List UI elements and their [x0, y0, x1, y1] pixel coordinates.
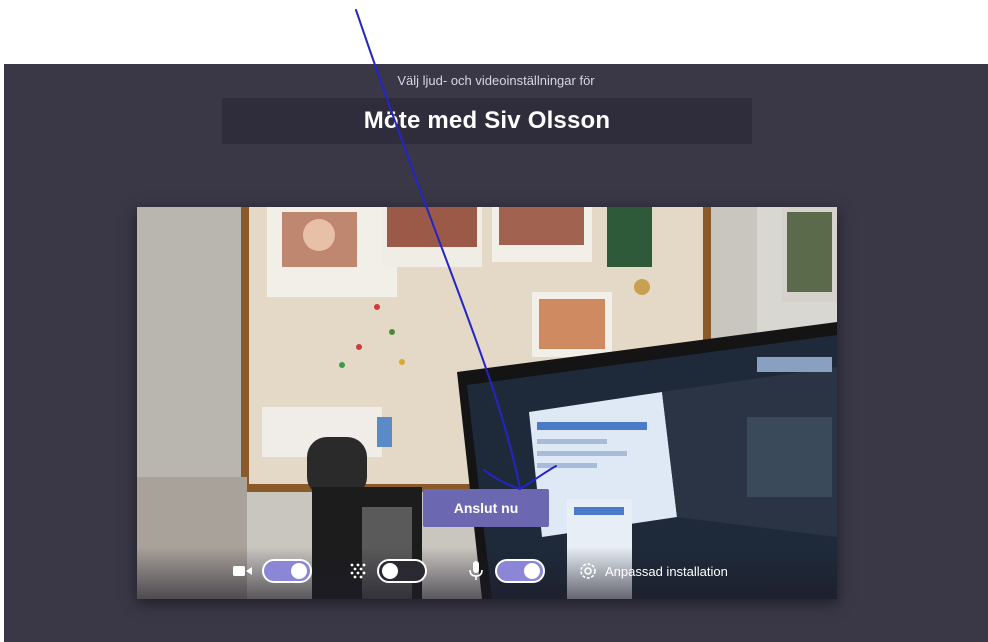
- meeting-title: Möte med Siv Olsson: [363, 107, 611, 134]
- toggle-knob: [291, 563, 307, 579]
- prejoin-screen: Välj ljud- och videoinställningar för Mö…: [4, 64, 988, 642]
- microphone-icon: [465, 560, 487, 582]
- toggle-knob: [382, 563, 398, 579]
- join-now-button[interactable]: Anslut nu: [423, 489, 549, 527]
- camera-toggle[interactable]: [262, 559, 312, 583]
- gear-icon[interactable]: [577, 560, 599, 582]
- microphone-toggle[interactable]: [495, 559, 545, 583]
- media-controls-bar: Anpassad installation: [137, 547, 837, 599]
- background-blur-icon: [347, 560, 369, 582]
- settings-subtitle: Välj ljud- och videoinställningar för: [397, 73, 595, 88]
- background-blur-toggle[interactable]: [377, 559, 427, 583]
- video-camera-icon: [232, 560, 254, 582]
- custom-setup-link[interactable]: Anpassad installation: [605, 564, 728, 579]
- camera-feed-image: [137, 207, 837, 599]
- video-preview: Anslut nu Anpassad installation: [137, 207, 837, 599]
- toggle-knob: [524, 563, 540, 579]
- meeting-title-bar: Möte med Siv Olsson: [222, 98, 752, 144]
